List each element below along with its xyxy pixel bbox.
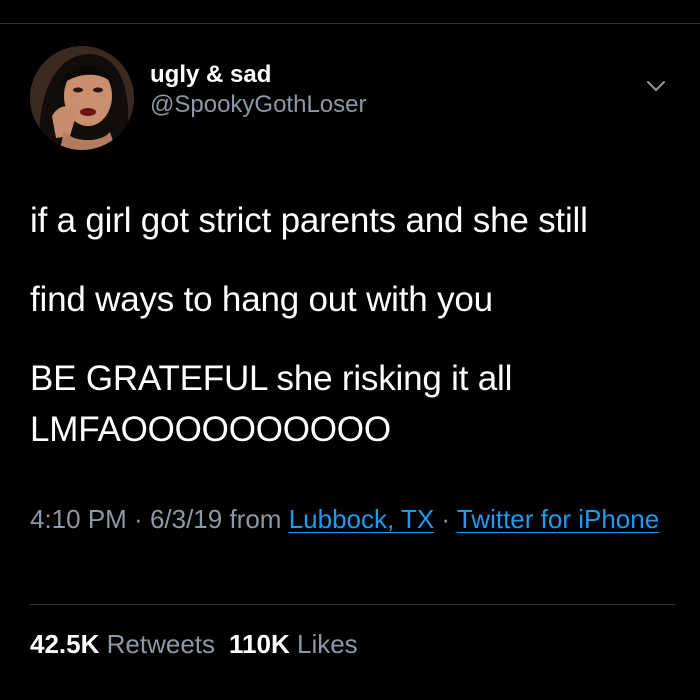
stats-divider (30, 604, 676, 605)
retweets-count: 42.5K (30, 629, 100, 659)
tweet-time: 4:10 PM (30, 504, 127, 534)
tweet-metadata: 4:10 PM · 6/3/19 from Lubbock, TX · Twit… (30, 500, 680, 538)
tweet-line: if a girl got strict parents and she sti… (30, 201, 588, 240)
user-names: ugly & sad @SpookyGothLoser (150, 60, 366, 120)
likes-label: Likes (296, 629, 358, 659)
avatar[interactable] (30, 46, 134, 150)
from-label: from (222, 504, 289, 534)
separator-dot: · (434, 504, 457, 534)
chevron-down-icon[interactable] (642, 72, 670, 100)
tweet-line: find ways to hang out with you (30, 280, 493, 319)
tweet-line: BE GRATEFUL she risking it all (30, 359, 513, 398)
display-name[interactable]: ugly & sad (150, 60, 366, 90)
top-divider (0, 23, 700, 24)
location-link[interactable]: Lubbock, TX (289, 504, 435, 534)
tweet-header: ugly & sad @SpookyGothLoser (30, 46, 670, 152)
likes-count: 110K (229, 629, 290, 659)
tweet-date: 6/3/19 (149, 504, 223, 534)
profile-photo-image (30, 46, 134, 150)
source-link[interactable]: Twitter for iPhone (457, 504, 659, 534)
separator-dot: · (126, 504, 150, 534)
retweets-stat[interactable]: 42.5K Retweets (30, 629, 215, 659)
tweet-line: LMFAOOOOOOOOOO (30, 410, 391, 449)
retweets-label: Retweets (106, 629, 216, 659)
likes-stat[interactable]: 110K Likes (229, 629, 358, 659)
engagement-stats: 42.5K Retweets 110K Likes (30, 626, 358, 662)
user-handle[interactable]: @SpookyGothLoser (150, 90, 366, 120)
